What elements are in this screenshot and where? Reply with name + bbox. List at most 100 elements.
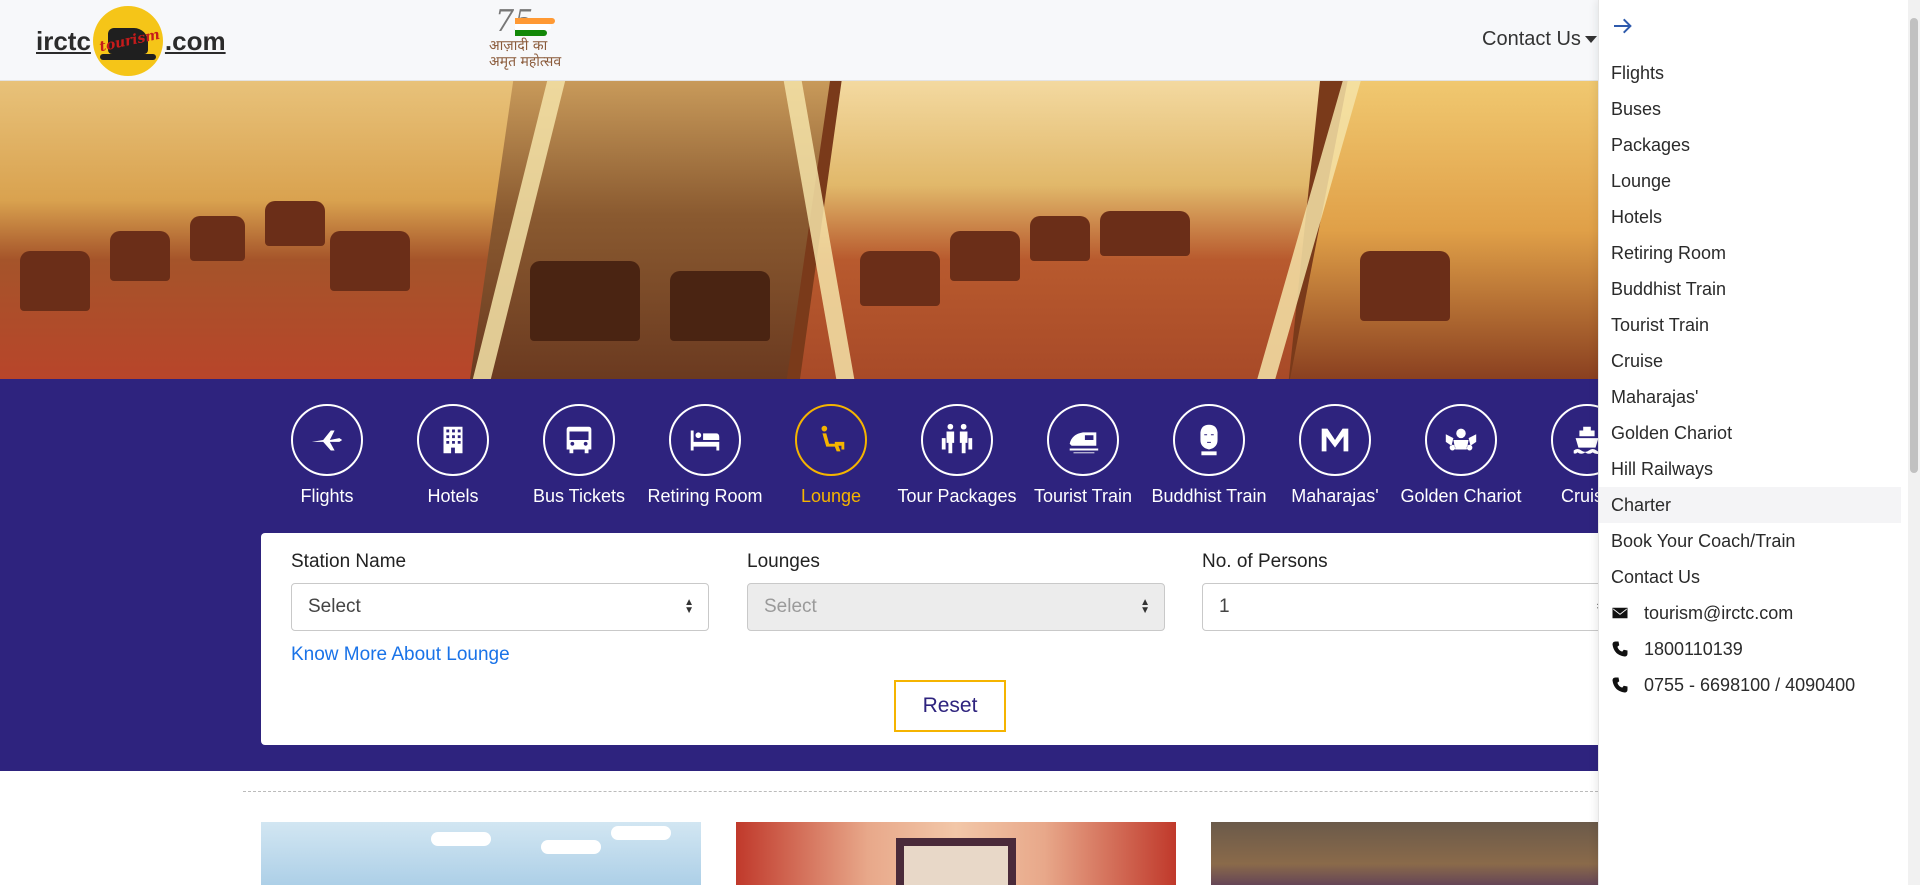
tourism-logo-emblem: tourism <box>92 6 163 76</box>
cloud-shape <box>541 840 601 854</box>
chair <box>950 231 1020 281</box>
service-label: Golden Chariot <box>1400 486 1522 506</box>
lounge-card-3[interactable] <box>1211 822 1651 885</box>
drawer-item-buses[interactable]: Buses <box>1599 91 1901 127</box>
logo-text-right: .com <box>164 25 226 56</box>
phone-icon <box>1612 641 1628 657</box>
maharajas-emblem-icon <box>1321 428 1349 452</box>
service-label: Bus Tickets <box>532 486 626 506</box>
phone-icon <box>1612 677 1628 693</box>
drawer-item-packages[interactable]: Packages <box>1599 127 1901 163</box>
lounge-card-1[interactable] <box>261 822 701 885</box>
building-icon <box>443 426 463 454</box>
lounge-card-2[interactable] <box>736 822 1176 885</box>
lounge-banner-image <box>0 81 1600 379</box>
chair <box>860 251 940 306</box>
service-tourist-train[interactable]: Tourist Train <box>1020 404 1146 507</box>
station-select-value: Select <box>308 596 361 617</box>
bed-icon <box>690 430 720 451</box>
service-tour-packages-circle <box>921 404 993 476</box>
caret-down-icon <box>1584 36 1597 44</box>
service-label: Maharajas' <box>1291 486 1379 506</box>
chair <box>530 261 640 341</box>
service-label: Tourist Train <box>1033 486 1133 506</box>
contact-us-label: Contact Us <box>1482 28 1581 50</box>
side-menu-drawer: Flights Buses Packages Lounge Hotels Ret… <box>1598 0 1920 885</box>
service-label: Tour Packages <box>897 486 1017 506</box>
service-golden-chariot[interactable]: Golden Chariot <box>1398 404 1524 507</box>
service-label: Buddhist Train <box>1151 486 1267 506</box>
service-maharajas[interactable]: Maharajas' <box>1272 404 1398 507</box>
drawer-email[interactable]: tourism@irctc.com <box>1599 595 1901 631</box>
framed-picture <box>896 838 1016 885</box>
azadi-line-1: आज़ादी का <box>489 38 548 54</box>
service-bus-tickets[interactable]: Bus Tickets <box>516 404 642 507</box>
chair <box>670 271 770 341</box>
persons-label: No. of Persons <box>1202 551 1328 572</box>
drawer-item-book-coach-train[interactable]: Book Your Coach/Train <box>1599 523 1901 559</box>
arrow-right-icon[interactable] <box>1611 14 1635 38</box>
drawer-phone-2-text: 0755 - 6698100 / 4090400 <box>1644 675 1856 695</box>
station-name-label: Station Name <box>291 551 407 572</box>
drawer-item-charter[interactable]: Charter <box>1599 487 1901 523</box>
service-label: Lounge <box>800 486 862 506</box>
station-name-select[interactable]: Select ▲ ▼ <box>291 583 709 631</box>
select-arrows-icon: ▲▼ <box>1140 597 1150 616</box>
chair <box>1030 216 1090 261</box>
drawer-item-buddhist-train[interactable]: Buddhist Train <box>1599 271 1901 307</box>
service-label: Hotels <box>427 486 479 506</box>
banner-panel-3 <box>800 81 1320 379</box>
service-tour-packages[interactable]: Tour Packages <box>894 404 1020 507</box>
chair <box>1100 211 1190 256</box>
service-lounge-circle <box>795 404 867 476</box>
drawer-item-golden-chariot[interactable]: Golden Chariot <box>1599 415 1901 451</box>
tricolor-flag-icon <box>515 18 555 36</box>
drawer-item-maharajas[interactable]: Maharajas' <box>1599 379 1901 415</box>
drawer-menu-list: Flights Buses Packages Lounge Hotels Ret… <box>1599 55 1901 703</box>
service-flights-circle <box>291 404 363 476</box>
drawer-item-tourist-train[interactable]: Tourist Train <box>1599 307 1901 343</box>
service-buddhist-train-circle <box>1173 404 1245 476</box>
service-bus-circle <box>543 404 615 476</box>
irctc-tourism-logo[interactable]: irctc tourism .com <box>36 6 226 76</box>
chariot-emblem-icon <box>1445 428 1477 451</box>
service-tourist-train-circle <box>1047 404 1119 476</box>
service-retiring-room-circle <box>669 404 741 476</box>
drawer-item-cruise[interactable]: Cruise <box>1599 343 1901 379</box>
contact-us-dropdown[interactable]: Contact Us <box>1482 28 1597 51</box>
lounges-select[interactable]: Select ▲ ▼ <box>747 583 1165 631</box>
drawer-phone-2[interactable]: 0755 - 6698100 / 4090400 <box>1599 667 1901 703</box>
service-lounge[interactable]: Lounge <box>768 404 894 507</box>
service-hotels[interactable]: Hotels <box>390 404 516 507</box>
lounges-select-value: Select <box>764 596 817 617</box>
service-hotels-circle <box>417 404 489 476</box>
service-buddhist-train[interactable]: Buddhist Train <box>1146 404 1272 507</box>
chair <box>1360 251 1450 321</box>
drawer-item-retiring-room[interactable]: Retiring Room <box>1599 235 1901 271</box>
know-more-about-lounge-link[interactable]: Know More About Lounge <box>291 644 510 666</box>
envelope-icon <box>1612 607 1628 619</box>
drawer-scrollbar[interactable] <box>1908 0 1920 885</box>
persons-select[interactable]: 1 ▲▼ <box>1202 583 1620 631</box>
banner-panel-1 <box>0 81 520 379</box>
chair <box>265 201 325 246</box>
scrollbar-thumb[interactable] <box>1910 18 1918 473</box>
drawer-item-flights[interactable]: Flights <box>1599 55 1901 91</box>
reset-button[interactable]: Reset <box>894 680 1006 732</box>
drawer-item-hotels[interactable]: Hotels <box>1599 199 1901 235</box>
buddha-icon <box>1200 424 1218 456</box>
section-divider <box>243 791 1603 792</box>
service-flights[interactable]: Flights <box>264 404 390 507</box>
drawer-item-contact-us[interactable]: Contact Us <box>1599 559 1901 595</box>
service-retiring-room[interactable]: Retiring Room <box>642 404 768 507</box>
lounge-chair-icon <box>821 425 845 452</box>
drawer-phone-1[interactable]: 1800110139 <box>1599 631 1901 667</box>
azadi-ka-amrit-mahotsav-logo: 75 आज़ादी का अमृत महोत्सव <box>485 4 585 74</box>
drawer-item-lounge[interactable]: Lounge <box>1599 163 1901 199</box>
service-maharajas-circle <box>1299 404 1371 476</box>
drawer-item-hill-railways[interactable]: Hill Railways <box>1599 451 1901 487</box>
chair <box>330 231 410 291</box>
chair <box>110 231 170 281</box>
train-icon <box>1069 432 1099 454</box>
chair <box>190 216 245 261</box>
